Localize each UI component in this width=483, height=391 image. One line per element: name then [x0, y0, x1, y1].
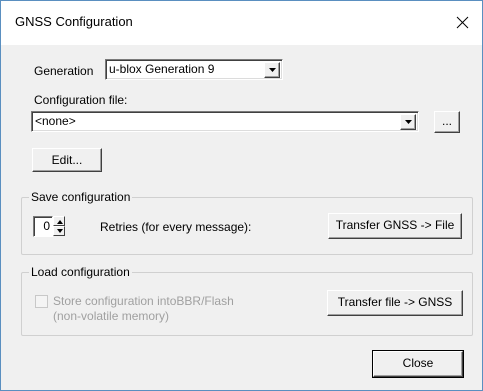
config-file-select[interactable]: <none>	[31, 111, 419, 132]
chevron-down-icon[interactable]	[264, 62, 280, 78]
generation-label: Generation	[34, 64, 94, 78]
retries-label: Retries (for every message):	[100, 220, 252, 234]
generation-select[interactable]: u-blox Generation 9	[105, 59, 283, 80]
generation-value: u-blox Generation 9	[109, 62, 215, 76]
transfer-file-to-gnss-button[interactable]: Transfer file -> GNSS	[327, 290, 463, 316]
chevron-down-icon[interactable]	[400, 114, 416, 130]
retries-value: 0	[43, 219, 50, 233]
config-file-value: <none>	[35, 114, 76, 128]
edit-button[interactable]: Edit...	[32, 148, 102, 172]
spin-up-icon[interactable]	[53, 216, 65, 226]
transfer-gnss-to-file-button[interactable]: Transfer GNSS -> File	[328, 213, 462, 239]
retries-input[interactable]: 0	[33, 216, 53, 237]
store-config-sublabel: (non-volatile memory)	[53, 309, 170, 323]
window-title: GNSS Configuration	[15, 14, 133, 29]
gnss-configuration-dialog: GNSS Configuration Generation u-blox Gen…	[0, 0, 483, 391]
title-bar: GNSS Configuration	[1, 1, 482, 45]
retries-spinner[interactable]	[53, 216, 66, 237]
save-configuration-title: Save configuration	[29, 190, 133, 204]
browse-button[interactable]: ...	[434, 111, 460, 133]
store-config-label: Store configuration intoBBR/Flash	[53, 294, 234, 308]
load-configuration-title: Load configuration	[29, 265, 132, 279]
store-config-checkbox[interactable]	[35, 295, 48, 308]
config-file-label: Configuration file:	[34, 93, 128, 107]
close-button[interactable]: Close	[372, 350, 464, 378]
spin-down-icon[interactable]	[53, 226, 65, 236]
close-icon[interactable]	[448, 8, 478, 38]
